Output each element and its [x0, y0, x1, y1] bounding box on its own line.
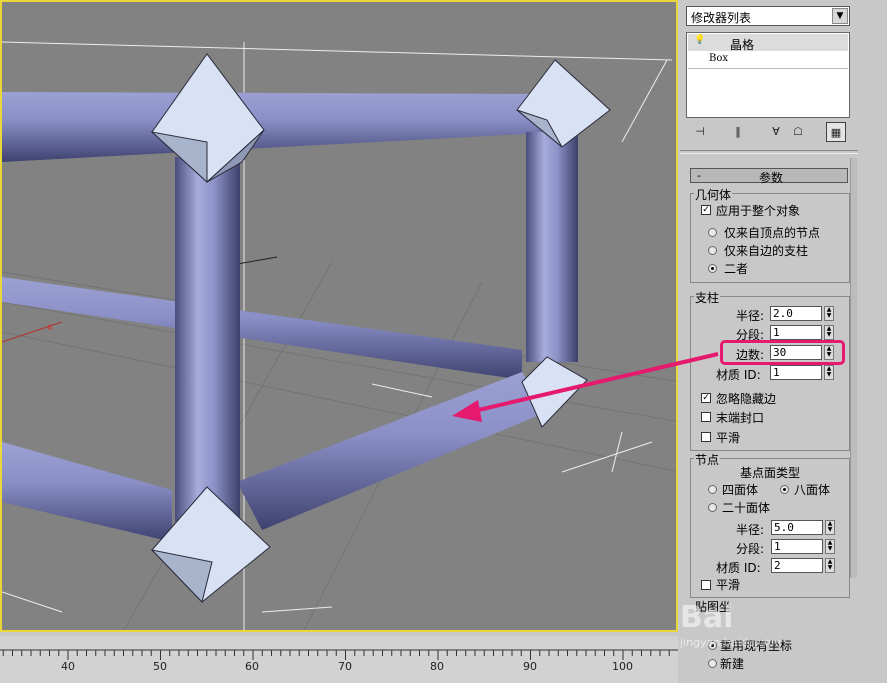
rollout-title: 参数 — [759, 171, 784, 185]
joint-material-label: 材质 ID: — [716, 561, 761, 575]
apply-whole-label: 应用于整个对象 — [716, 204, 801, 218]
radio-vertices-label: 仅来自顶点的节点 — [724, 226, 821, 240]
radio-tetra-label: 四面体 — [722, 483, 759, 497]
time-ruler[interactable]: 40 50 60 70 80 90 100 — [0, 636, 678, 683]
perspective-viewport[interactable]: x — [0, 0, 678, 632]
radio-vertices-only[interactable] — [708, 228, 717, 237]
remove-modifier-icon[interactable]: ☖ — [788, 122, 808, 142]
ruler-tick-label: 100 — [612, 660, 633, 673]
modifier-list-label: 修改器列表 — [691, 11, 752, 25]
radio-new[interactable] — [708, 659, 717, 668]
watermark-url: jingyan.baidu.com — [680, 636, 782, 649]
radio-tetra[interactable] — [708, 485, 717, 494]
ruler-tick-label: 90 — [523, 660, 537, 673]
sides-highlight-box — [720, 340, 845, 365]
radio-edges-only[interactable] — [708, 246, 717, 255]
spinner-arrows-icon[interactable]: ▲ ▼ — [825, 558, 835, 573]
ruler-tick-label: 40 — [61, 660, 75, 673]
joint-segments-spinner[interactable]: 1 ▲ ▼ — [771, 539, 835, 555]
stack-item-label: 晶格 — [730, 38, 755, 52]
joint-segments-field[interactable]: 1 — [771, 539, 823, 554]
modifier-stack[interactable]: 💡 晶格 Box — [686, 32, 850, 118]
radio-both-label: 二者 — [724, 262, 749, 276]
strut-segments-spinner[interactable]: 1 ▲ ▼ — [770, 325, 834, 341]
radio-icosa[interactable] — [708, 503, 717, 512]
stack-divider — [688, 68, 848, 69]
geometry-group-label: 几何体 — [694, 186, 733, 203]
radio-octa[interactable] — [780, 485, 789, 494]
joint-smooth-checkbox[interactable] — [701, 580, 711, 590]
radio-icosa-label: 二十面体 — [722, 501, 771, 515]
strut-material-label: 材质 ID: — [716, 368, 761, 382]
show-end-result-icon[interactable]: ‖ — [728, 122, 748, 142]
watermark-logo: Bai — [680, 600, 734, 635]
panel-divider — [680, 150, 858, 154]
radio-octa-label: 八面体 — [794, 483, 831, 497]
panel-scrollbar[interactable] — [850, 158, 857, 578]
ruler-tick-label: 50 — [153, 660, 167, 673]
new-label: 新建 — [720, 657, 745, 671]
ruler-tick-label: 80 — [430, 660, 444, 673]
strut-segments-field[interactable]: 1 — [770, 325, 822, 340]
joint-radius-spinner[interactable]: 5.0 ▲ ▼ — [771, 520, 835, 536]
strut-smooth-label: 平滑 — [716, 431, 741, 445]
end-caps-checkbox[interactable] — [701, 412, 711, 422]
strut-smooth-checkbox[interactable] — [701, 432, 711, 442]
lightbulb-icon[interactable]: 💡 — [694, 35, 705, 45]
struts-group-label: 支柱 — [694, 289, 721, 306]
spinner-arrows-icon[interactable]: ▲ ▼ — [824, 325, 834, 340]
pin-stack-icon[interactable]: ⊣ — [690, 122, 710, 142]
joint-material-field[interactable]: 2 — [771, 558, 823, 573]
spinner-arrows-icon[interactable]: ▲ ▼ — [825, 539, 835, 554]
apply-whole-checkbox[interactable]: ✓ — [701, 205, 711, 215]
joint-material-spinner[interactable]: 2 ▲ ▼ — [771, 558, 835, 574]
spinner-arrows-icon[interactable]: ▲ ▼ — [825, 520, 835, 535]
joint-radius-label: 半径: — [736, 523, 765, 537]
strut-radius-label: 半径: — [736, 309, 765, 323]
stack-toolbar: ⊣ ‖ ∀ ☖ ▦ — [686, 122, 856, 144]
make-unique-icon[interactable]: ∀ — [766, 122, 786, 142]
params-rollout-header[interactable]: - 参数 — [690, 168, 848, 185]
geodesic-type-label: 基点面类型 — [740, 466, 801, 480]
modifier-list-dropdown[interactable]: 修改器列表 ▼ — [686, 6, 850, 26]
strut-material-field[interactable]: 1 — [770, 365, 822, 380]
ignore-hidden-label: 忽略隐藏边 — [716, 392, 777, 406]
strut-radius-field[interactable]: 2.0 — [770, 306, 822, 321]
stack-item-box[interactable]: Box — [709, 53, 728, 64]
joint-segments-label: 分段: — [736, 542, 765, 556]
joint-top-left — [150, 53, 265, 184]
radio-both[interactable] — [708, 264, 717, 273]
spinner-arrows-icon[interactable]: ▲ ▼ — [824, 306, 834, 321]
strut-radius-spinner[interactable]: 2.0 ▲ ▼ — [770, 306, 834, 322]
ruler-tick-label: 70 — [338, 660, 352, 673]
spinner-arrows-icon[interactable]: ▲ ▼ — [824, 365, 834, 380]
strut-material-spinner[interactable]: 1 ▲ ▼ — [770, 365, 834, 381]
joint-smooth-label: 平滑 — [716, 578, 741, 592]
lattice-scene: x — [2, 41, 676, 630]
joints-group-label: 节点 — [694, 451, 721, 468]
radio-edges-label: 仅来自边的支柱 — [724, 244, 809, 258]
joint-radius-field[interactable]: 5.0 — [771, 520, 823, 535]
configure-sets-icon[interactable]: ▦ — [826, 122, 846, 142]
ruler-tick-label: 60 — [245, 660, 259, 673]
chevron-down-icon[interactable]: ▼ — [832, 8, 848, 24]
svg-text:x: x — [47, 322, 53, 333]
end-caps-label: 末端封口 — [716, 411, 765, 425]
collapse-toggle[interactable]: - — [697, 169, 701, 182]
ignore-hidden-checkbox[interactable]: ✓ — [701, 393, 711, 403]
stack-item-lattice[interactable]: 💡 晶格 — [688, 34, 848, 52]
